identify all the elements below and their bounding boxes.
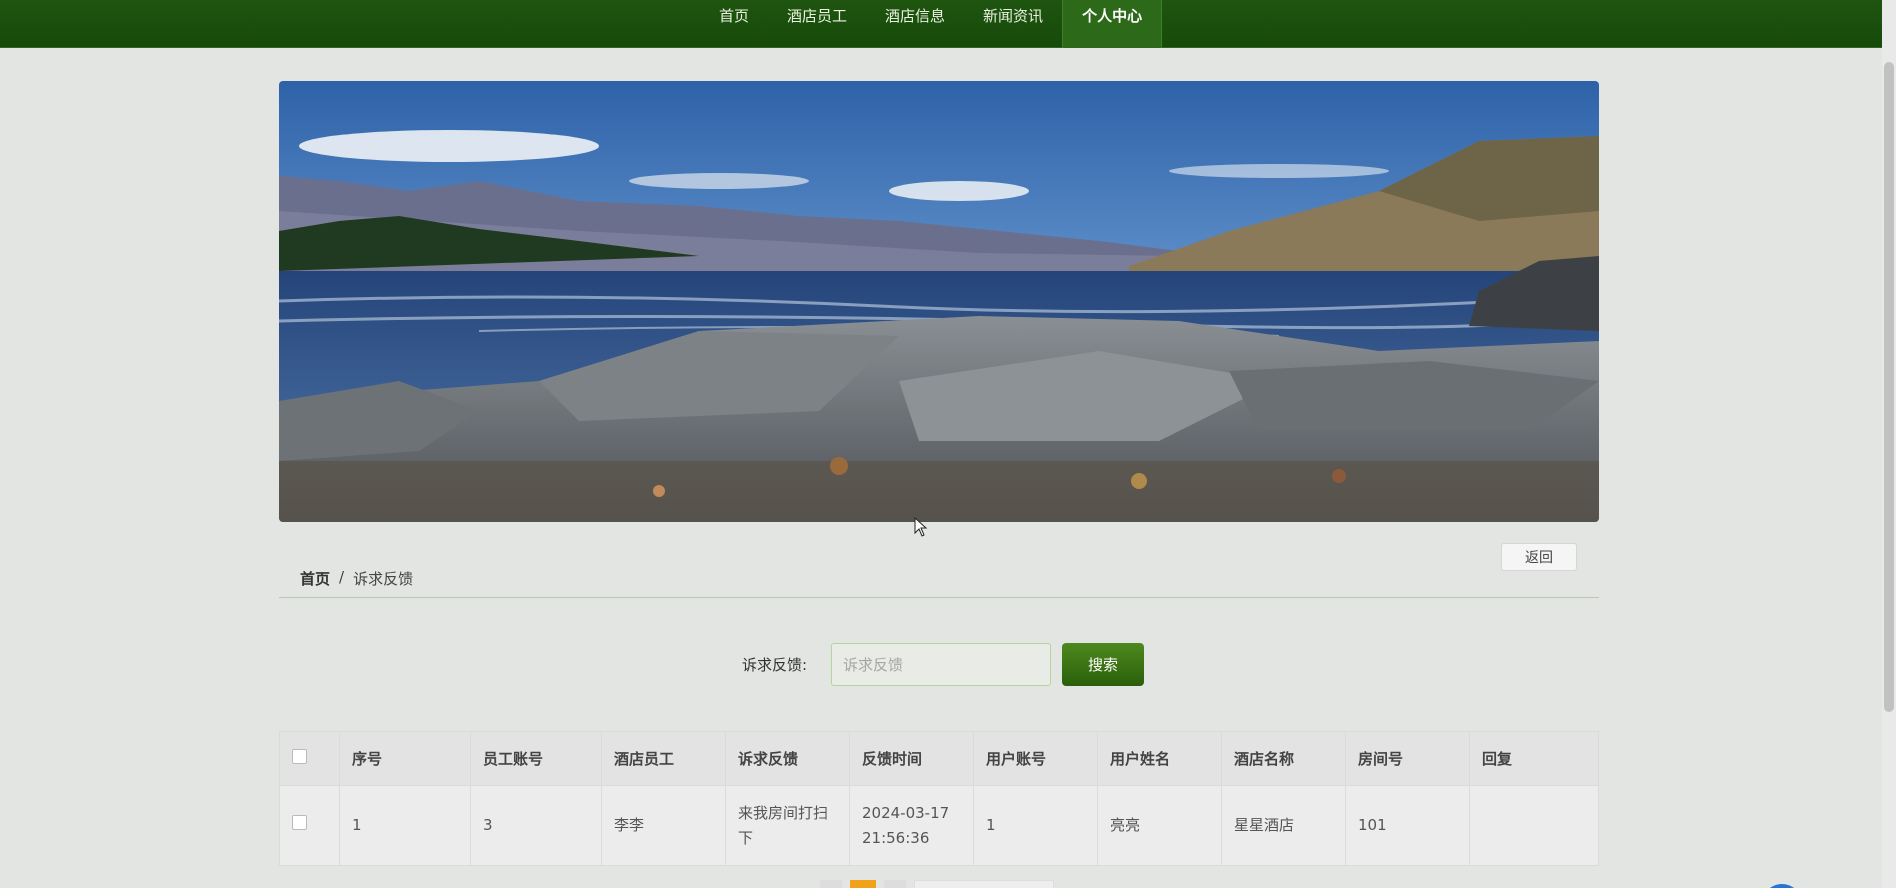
table-header-row: 序号 员工账号 酒店员工 诉求反馈 反馈时间 用户账号 用户姓名 酒店名称 房间… bbox=[279, 731, 1599, 786]
nav-item-staff[interactable]: 酒店员工 bbox=[768, 0, 866, 48]
row-select-cell bbox=[279, 785, 340, 866]
col-header-user-name: 用户姓名 bbox=[1097, 731, 1222, 786]
cell-user-name: 亮亮 bbox=[1097, 785, 1222, 866]
pagination bbox=[820, 880, 1054, 888]
cell-feedback: 来我房间打扫下 bbox=[725, 785, 850, 866]
breadcrumb-separator: / bbox=[339, 568, 345, 586]
cell-room-number: 101 bbox=[1345, 785, 1470, 866]
col-header-reply: 回复 bbox=[1469, 731, 1599, 786]
select-all-cell bbox=[279, 731, 340, 786]
page-scrollbar[interactable] bbox=[1882, 0, 1896, 888]
col-header-feedback-time: 反馈时间 bbox=[849, 731, 974, 786]
top-nav: 首页 酒店员工 酒店信息 新闻资讯 个人中心 bbox=[0, 0, 1896, 48]
pager-current-page[interactable] bbox=[850, 880, 876, 888]
cell-staff-account: 3 bbox=[470, 785, 602, 866]
pager-size-select[interactable] bbox=[914, 880, 1054, 888]
back-button[interactable]: 返回 bbox=[1501, 543, 1577, 571]
section-divider bbox=[279, 597, 1599, 598]
mouse-cursor-icon bbox=[914, 517, 928, 537]
col-header-hotel-name: 酒店名称 bbox=[1221, 731, 1346, 786]
col-header-index: 序号 bbox=[339, 731, 471, 786]
cell-feedback-time: 2024-03-17 21:56:36 bbox=[849, 785, 974, 866]
nav-item-personal-center[interactable]: 个人中心 bbox=[1062, 0, 1163, 48]
col-header-staff: 酒店员工 bbox=[601, 731, 726, 786]
cell-reply bbox=[1469, 785, 1599, 866]
col-header-staff-account: 员工账号 bbox=[470, 731, 602, 786]
banner-image bbox=[279, 81, 1599, 522]
table-row: 1 3 李李 来我房间打扫下 2024-03-17 21:56:36 1 亮亮 … bbox=[279, 785, 1599, 866]
search-label: 诉求反馈: bbox=[742, 656, 808, 674]
search-input[interactable] bbox=[831, 643, 1051, 686]
pager-page-button[interactable] bbox=[884, 880, 906, 888]
nav-item-hotel-info[interactable]: 酒店信息 bbox=[866, 0, 964, 48]
cell-hotel-name: 星星酒店 bbox=[1221, 785, 1346, 866]
cell-staff: 李李 bbox=[601, 785, 726, 866]
cell-index: 1 bbox=[339, 785, 471, 866]
scrollbar-thumb[interactable] bbox=[1884, 62, 1894, 712]
col-header-room-number: 房间号 bbox=[1345, 731, 1470, 786]
nav-menu: 首页 酒店员工 酒店信息 新闻资讯 个人中心 bbox=[700, 0, 1163, 48]
floating-action-button[interactable] bbox=[1762, 884, 1802, 888]
col-header-feedback: 诉求反馈 bbox=[725, 731, 850, 786]
breadcrumb-home[interactable]: 首页 bbox=[300, 568, 330, 589]
breadcrumb: 首页 / 诉求反馈 bbox=[300, 568, 413, 589]
select-all-checkbox[interactable] bbox=[292, 749, 307, 764]
row-checkbox[interactable] bbox=[292, 815, 307, 830]
nav-item-news[interactable]: 新闻资讯 bbox=[964, 0, 1062, 48]
search-button[interactable]: 搜索 bbox=[1062, 643, 1144, 686]
breadcrumb-current: 诉求反馈 bbox=[353, 570, 414, 588]
col-header-user-account: 用户账号 bbox=[973, 731, 1098, 786]
pager-prev-button[interactable] bbox=[820, 880, 842, 888]
nav-item-home[interactable]: 首页 bbox=[700, 0, 768, 48]
feedback-table: 序号 员工账号 酒店员工 诉求反馈 反馈时间 用户账号 用户姓名 酒店名称 房间… bbox=[279, 731, 1599, 866]
cell-user-account: 1 bbox=[973, 785, 1098, 866]
